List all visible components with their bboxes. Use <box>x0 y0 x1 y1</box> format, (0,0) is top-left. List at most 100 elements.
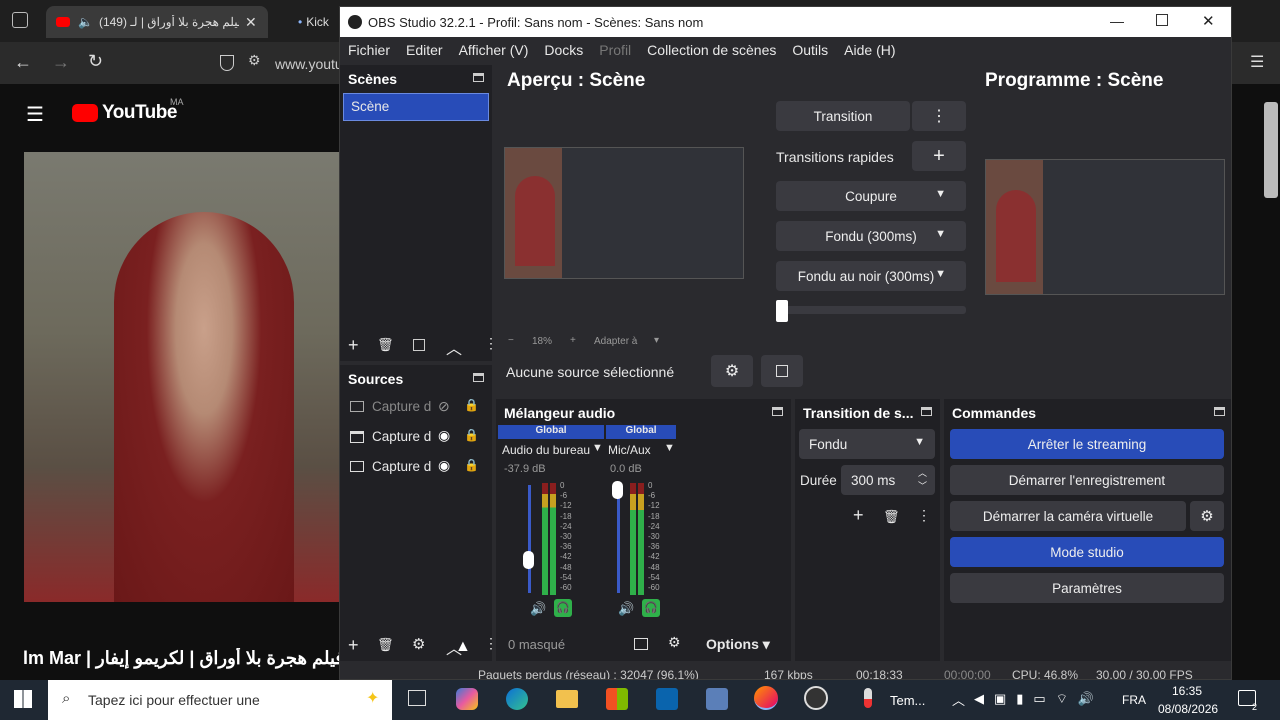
source-item[interactable]: Capture d ◉ 🔒 <box>350 427 490 449</box>
add-icon[interactable]: + <box>348 335 359 356</box>
eye-icon[interactable]: ◉ <box>438 457 450 474</box>
file-explorer-icon[interactable] <box>556 690 578 708</box>
speaker-icon[interactable]: 🔈 <box>78 15 93 29</box>
copilot-icon[interactable] <box>456 688 478 710</box>
transition-button[interactable]: Transition <box>776 101 910 131</box>
language-indicator[interactable]: FRA <box>1122 693 1146 707</box>
headphones-icon[interactable]: 🎧 <box>554 599 572 617</box>
back-icon[interactable]: ← <box>14 52 32 73</box>
reload-icon[interactable]: ↻ <box>88 51 103 72</box>
speaker-icon[interactable]: 🔊 <box>618 601 634 617</box>
source-filters-button[interactable] <box>761 355 803 387</box>
obs-taskbar-icon[interactable] <box>804 686 828 710</box>
settings-button[interactable]: Paramètres <box>950 573 1224 603</box>
shield-icon[interactable] <box>220 55 234 71</box>
trash-icon[interactable]: 🗑 <box>883 509 900 525</box>
thermometer-icon[interactable] <box>864 688 872 708</box>
studio-mode-button[interactable]: Mode studio <box>950 537 1224 567</box>
eye-icon[interactable]: ◉ <box>438 427 450 444</box>
spin-down-icon[interactable]: ﹀ <box>918 479 927 492</box>
store-icon[interactable] <box>606 688 628 710</box>
zoom-in-icon[interactable]: + <box>570 335 576 346</box>
taskbar-search[interactable]: ⌕ Tapez ici pour effectuer une ✦ <box>48 680 392 720</box>
volume-track[interactable] <box>528 485 531 593</box>
hidden-count[interactable]: 0 masqué <box>508 637 565 652</box>
tab-list-icon[interactable] <box>12 12 28 28</box>
start-recording-button[interactable]: Démarrer l'enregistrement <box>950 465 1224 495</box>
tray-chevron-icon[interactable]: ︿ <box>952 690 965 709</box>
fit-label[interactable]: Adapter à <box>594 336 637 347</box>
preview-canvas[interactable] <box>504 147 744 279</box>
address-bar[interactable]: www.youtu <box>275 56 343 72</box>
start-virtual-camera-button[interactable]: Démarrer la caméra virtuelle <box>950 501 1186 531</box>
scene-item[interactable]: Scène <box>343 93 489 121</box>
video-player[interactable] <box>24 152 345 602</box>
browser-tab-active[interactable]: 🔈 (149) فيلم هجرة بلا أوراق | لـ ✕ <box>46 6 268 38</box>
source-item[interactable]: Capture d ◉ 🔒 <box>350 457 490 479</box>
chevron-down-icon[interactable]: ▼ <box>664 442 675 454</box>
virtual-camera-settings-button[interactable]: ⚙ <box>1190 501 1224 531</box>
advanced-audio-icon[interactable]: ⚙ <box>668 634 681 651</box>
firefox-icon[interactable] <box>754 686 778 710</box>
quick-transition-fade[interactable]: Fondu (300ms) ▼ <box>776 221 966 251</box>
forward-icon[interactable]: → <box>52 52 70 73</box>
source-properties-button[interactable]: ⚙ <box>711 355 753 387</box>
gear-icon[interactable]: ⚙ <box>412 635 425 653</box>
menu-editer[interactable]: Editer <box>406 42 443 58</box>
youtube-logo-icon[interactable] <box>72 104 98 122</box>
close-icon[interactable]: ✕ <box>1202 12 1215 30</box>
menu-fichier[interactable]: Fichier <box>348 42 390 58</box>
edge-icon[interactable] <box>506 688 528 710</box>
transition-slider[interactable] <box>776 300 966 322</box>
slider-handle[interactable] <box>776 300 788 322</box>
duration-field[interactable]: 300 ms ︿ ﹀ <box>841 465 935 495</box>
menu-afficher[interactable]: Afficher (V) <box>459 42 529 58</box>
eye-hidden-icon[interactable]: ⊘ <box>438 398 450 415</box>
app-icon[interactable] <box>706 688 728 710</box>
speaker-icon[interactable]: 🔊 <box>530 601 546 617</box>
hamburger-icon[interactable]: ☰ <box>26 102 44 127</box>
more-icon[interactable]: ⋮ <box>917 507 931 524</box>
chevron-down-icon[interactable]: ▾ <box>654 335 659 346</box>
minimize-icon[interactable]: — <box>1110 13 1124 29</box>
scrollbar-thumb[interactable] <box>1264 102 1278 198</box>
add-icon[interactable]: + <box>853 505 864 526</box>
weather-label[interactable]: Tem... <box>890 693 925 708</box>
transition-select[interactable]: Fondu ▼ <box>799 429 935 459</box>
layout-icon[interactable] <box>634 638 648 650</box>
video-title[interactable]: فيلم هجرة بلا أوراق | لكريمو إيفار | Fil… <box>24 648 344 669</box>
lock-icon[interactable]: 🔒 <box>464 428 479 442</box>
task-view-icon[interactable] <box>408 690 426 706</box>
spin-up-icon[interactable]: ︿ <box>918 466 927 479</box>
add-icon[interactable]: + <box>348 635 359 656</box>
source-item[interactable]: Capture d ⊘ 🔒 <box>350 397 490 419</box>
lock-icon[interactable]: 🔒 <box>464 398 479 412</box>
volume-handle[interactable] <box>523 551 534 569</box>
filter-icon[interactable] <box>413 339 425 351</box>
browser-tab-kick[interactable]: • Kick <box>288 6 338 38</box>
volume-handle[interactable] <box>612 481 623 499</box>
undock-icon[interactable] <box>921 407 932 416</box>
menu-collection[interactable]: Collection de scènes <box>647 42 776 58</box>
undock-icon[interactable] <box>1214 407 1225 416</box>
clock-date[interactable]: 08/08/2026 <box>1158 702 1218 716</box>
menu-outils[interactable]: Outils <box>792 42 828 58</box>
volume-track[interactable] <box>617 485 620 593</box>
menu-aide[interactable]: Aide (H) <box>844 42 895 58</box>
zoom-out-icon[interactable]: − <box>508 335 514 346</box>
stop-streaming-button[interactable]: Arrêter le streaming <box>950 429 1224 459</box>
quick-transition-cut[interactable]: Coupure ▼ <box>776 181 966 211</box>
menu-icon[interactable]: ☰ <box>1250 52 1264 72</box>
headphones-icon[interactable]: 🎧 <box>642 599 660 617</box>
undock-icon[interactable] <box>473 73 484 82</box>
add-quick-transition-button[interactable]: + <box>912 141 966 171</box>
tray-icons[interactable]: ◀▣▮▭⌔🔊 <box>974 691 1104 707</box>
site-settings-icon[interactable]: ⚙ <box>248 52 261 69</box>
maximize-icon[interactable] <box>1156 14 1168 26</box>
menu-docks[interactable]: Docks <box>544 42 583 58</box>
trash-icon[interactable]: 🗑 <box>377 637 394 653</box>
close-tab-icon[interactable]: ✕ <box>245 14 257 31</box>
undock-icon[interactable] <box>772 407 783 416</box>
lock-icon[interactable]: 🔒 <box>464 458 479 472</box>
outlook-icon[interactable] <box>656 688 678 710</box>
